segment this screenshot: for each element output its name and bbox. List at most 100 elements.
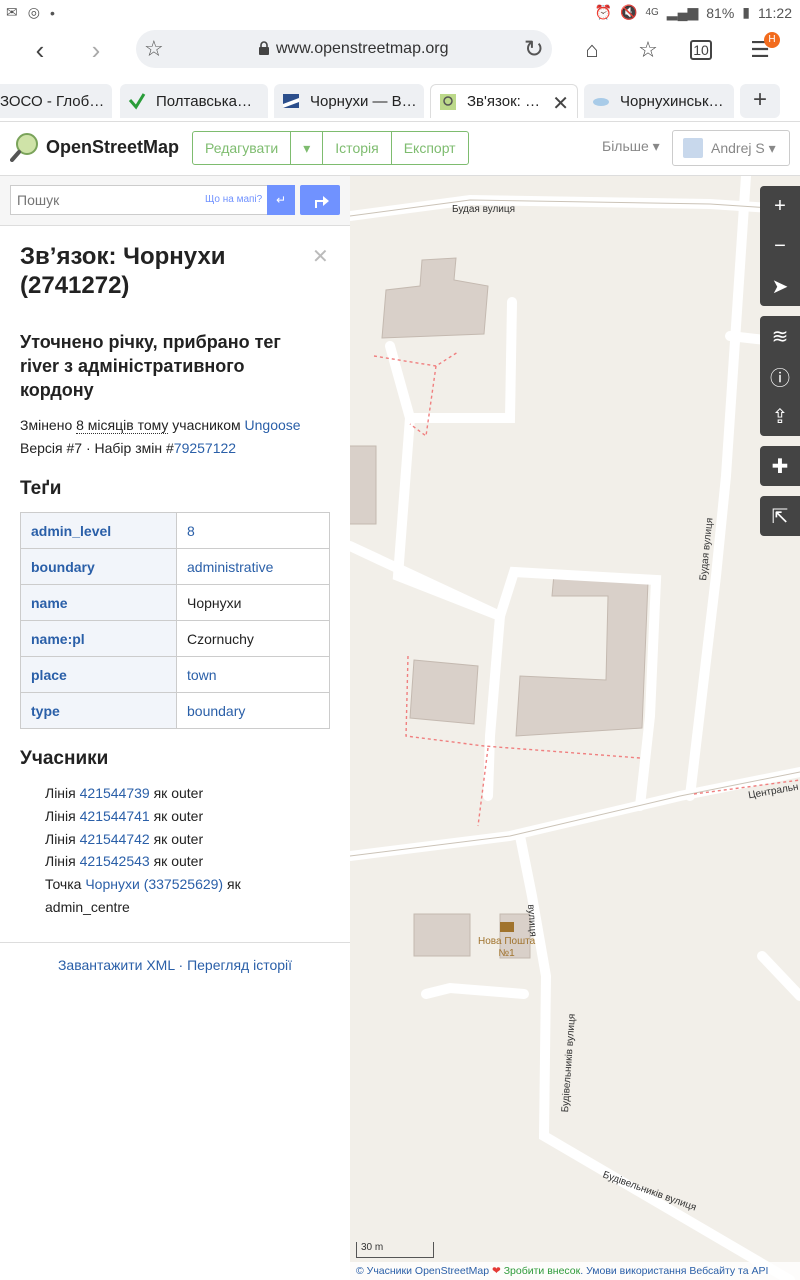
member-link[interactable]: Чорнухи (337525629) — [85, 876, 223, 892]
map-tools: ≋ ⓘ ⇪ — [760, 316, 800, 436]
tab-label: Полтавська… — [156, 92, 252, 110]
tag-key[interactable]: name:pl — [20, 620, 177, 657]
member-link[interactable]: 421544741 — [80, 808, 150, 824]
zoom-out-icon[interactable]: − — [760, 226, 800, 266]
edit-button[interactable]: Редагувати — [193, 132, 292, 164]
tab-chornukhy-wiki[interactable]: Чорнухи — В… — [274, 84, 424, 118]
list-item: Лінія 421544741 як outer — [45, 805, 315, 828]
query-features-icon[interactable]: ⇱ — [760, 496, 800, 536]
changed-prefix: Змінено — [20, 417, 77, 433]
info-icon[interactable]: ⓘ — [760, 356, 800, 396]
tag-key[interactable]: admin_level — [20, 512, 177, 549]
version-text: Версія #7 · Набір змін # — [20, 440, 174, 456]
poi-nova-poshta[interactable]: Нова Пошта №1 — [478, 922, 535, 960]
table-row: admin_level 8 — [20, 512, 330, 549]
tab-label: Чорнухи — В… — [310, 92, 417, 110]
user-link[interactable]: Ungoose — [245, 417, 301, 433]
close-pane-icon[interactable]: ✕ — [312, 244, 329, 269]
tag-value[interactable]: administrative — [176, 548, 330, 585]
map-view[interactable]: Будая вулиця Будая Будая вулиця Централь… — [350, 176, 800, 1280]
search-input[interactable] — [11, 186, 191, 214]
browser-toolbar: ‹ › ☆ www.openstreetmap.org ↻ ⌂ ☆ 10 ☰ H — [0, 26, 800, 74]
favicon-osm-icon — [440, 93, 456, 110]
view-history-link[interactable]: Перегляд історії — [187, 957, 292, 973]
tag-value[interactable]: town — [176, 656, 330, 693]
list-item: Лінія 421544739 як outer — [45, 782, 315, 805]
home-icon[interactable]: ⌂ — [578, 36, 606, 64]
members-heading: Учасники — [20, 748, 109, 769]
attribution: © Учасники OpenStreetMap ❤ Зробити внесо… — [350, 1262, 800, 1280]
note-tools: ✚ — [760, 446, 800, 486]
bookmarks-icon[interactable]: ☆ — [634, 36, 662, 64]
tag-value[interactable]: 8 — [176, 512, 330, 549]
donate-link[interactable]: Зробити внесок — [501, 1265, 581, 1277]
copyright-link[interactable]: © Учасники OpenStreetMap — [356, 1265, 489, 1277]
osm-header: OpenStreetMap Редагувати ▾ Історія Експо… — [0, 122, 800, 176]
tag-key[interactable]: place — [20, 656, 177, 693]
osm-logo[interactable]: OpenStreetMap — [10, 132, 179, 162]
menu-icon[interactable]: ☰ H — [746, 32, 780, 64]
tab-osm-relation[interactable]: Зв'язок: … ✕ — [430, 84, 578, 118]
status-bar: ✉ ◎ • ⏰ 🔇 4G ▂▄▆ 81% ▮ 11:22 — [0, 0, 800, 26]
member-link[interactable]: 421544742 — [80, 831, 150, 847]
list-item: Лінія 421542543 як outer — [45, 850, 315, 873]
terms-link[interactable]: . Умови використання Вебсайту та API — [580, 1265, 768, 1277]
tab-chornukhy-district[interactable]: Чорнухинськ… — [584, 84, 734, 118]
list-item: Лінія 421544742 як outer — [45, 828, 315, 851]
search-go-button[interactable]: ↵ — [267, 185, 295, 215]
tag-value[interactable]: boundary — [176, 692, 330, 729]
forward-icon[interactable]: › — [80, 34, 112, 66]
more-menu[interactable]: Більше ▾ — [602, 138, 660, 155]
share-icon[interactable]: ⇪ — [760, 396, 800, 436]
changed-by-prefix: учасником — [168, 417, 245, 433]
close-tab-icon[interactable]: ✕ — [552, 91, 569, 116]
table-row: boundary administrative — [20, 548, 330, 585]
edit-button-group: Редагувати ▾ Історія Експорт — [192, 131, 469, 165]
table-row: type boundary — [20, 692, 330, 729]
osm-logo-icon — [10, 133, 38, 162]
directions-icon — [315, 196, 329, 208]
tab-zoso[interactable]: ЗОСО - Глоб… — [0, 84, 112, 118]
battery-icon: ▮ — [742, 4, 750, 20]
layers-icon[interactable]: ≋ — [760, 316, 800, 356]
locate-icon[interactable]: ➤ — [760, 266, 800, 306]
favicon-check-icon — [128, 93, 146, 110]
tag-key[interactable]: type — [20, 692, 177, 729]
edit-dropdown-button[interactable]: ▾ — [291, 132, 324, 164]
address-bar[interactable]: ☆ www.openstreetmap.org ↻ — [136, 30, 552, 68]
tabs-count-icon[interactable]: 10 — [690, 40, 712, 60]
member-role: як outer — [153, 785, 204, 801]
table-row: name:pl Czornuchy — [20, 620, 330, 657]
mute-icon: 🔇 — [620, 4, 638, 20]
reload-icon[interactable]: ↻ — [524, 35, 544, 64]
battery-level: 81% — [706, 4, 735, 21]
tags-heading: Теґи — [20, 478, 62, 499]
lock-icon — [259, 41, 269, 55]
zoom-in-icon[interactable]: + — [760, 186, 800, 226]
changeset-link[interactable]: 79257122 — [174, 440, 236, 456]
tag-key[interactable]: name — [20, 584, 177, 621]
history-button[interactable]: Історія — [323, 132, 392, 164]
tab-poltava[interactable]: Полтавська… — [120, 84, 268, 118]
member-link[interactable]: 421544739 — [80, 785, 150, 801]
map-controls: + − ➤ ≋ ⓘ ⇪ ✚ ⇱ — [760, 186, 800, 546]
alarm-icon: ⏰ — [594, 4, 613, 20]
poi-sub: №1 — [498, 948, 515, 959]
directions-button[interactable] — [300, 185, 340, 215]
user-name: Andrej S ▾ — [711, 139, 776, 156]
poi-name: Нова Пошта — [478, 936, 536, 947]
relation-meta: Змінено 8 місяців тому учасником Ungoose… — [20, 414, 301, 460]
export-button[interactable]: Експорт — [392, 132, 468, 164]
add-note-icon[interactable]: ✚ — [760, 446, 800, 486]
member-type: Точка — [45, 876, 82, 893]
new-tab-button[interactable]: + — [740, 84, 780, 118]
bookmark-star-icon[interactable]: ☆ — [144, 36, 164, 62]
member-link[interactable]: 421542543 — [80, 853, 150, 869]
what-is-here-link[interactable]: Що на мапі? — [205, 194, 262, 205]
back-icon[interactable]: ‹ — [24, 34, 56, 66]
tag-key[interactable]: boundary — [20, 548, 177, 585]
user-menu[interactable]: Andrej S ▾ — [672, 130, 790, 166]
sidebar: Що на мапі? ↵ Зв’язок: Чорнухи (2741272)… — [0, 176, 350, 1280]
download-xml-link[interactable]: Завантажити XML — [58, 957, 175, 973]
clock: 11:22 — [758, 4, 792, 21]
